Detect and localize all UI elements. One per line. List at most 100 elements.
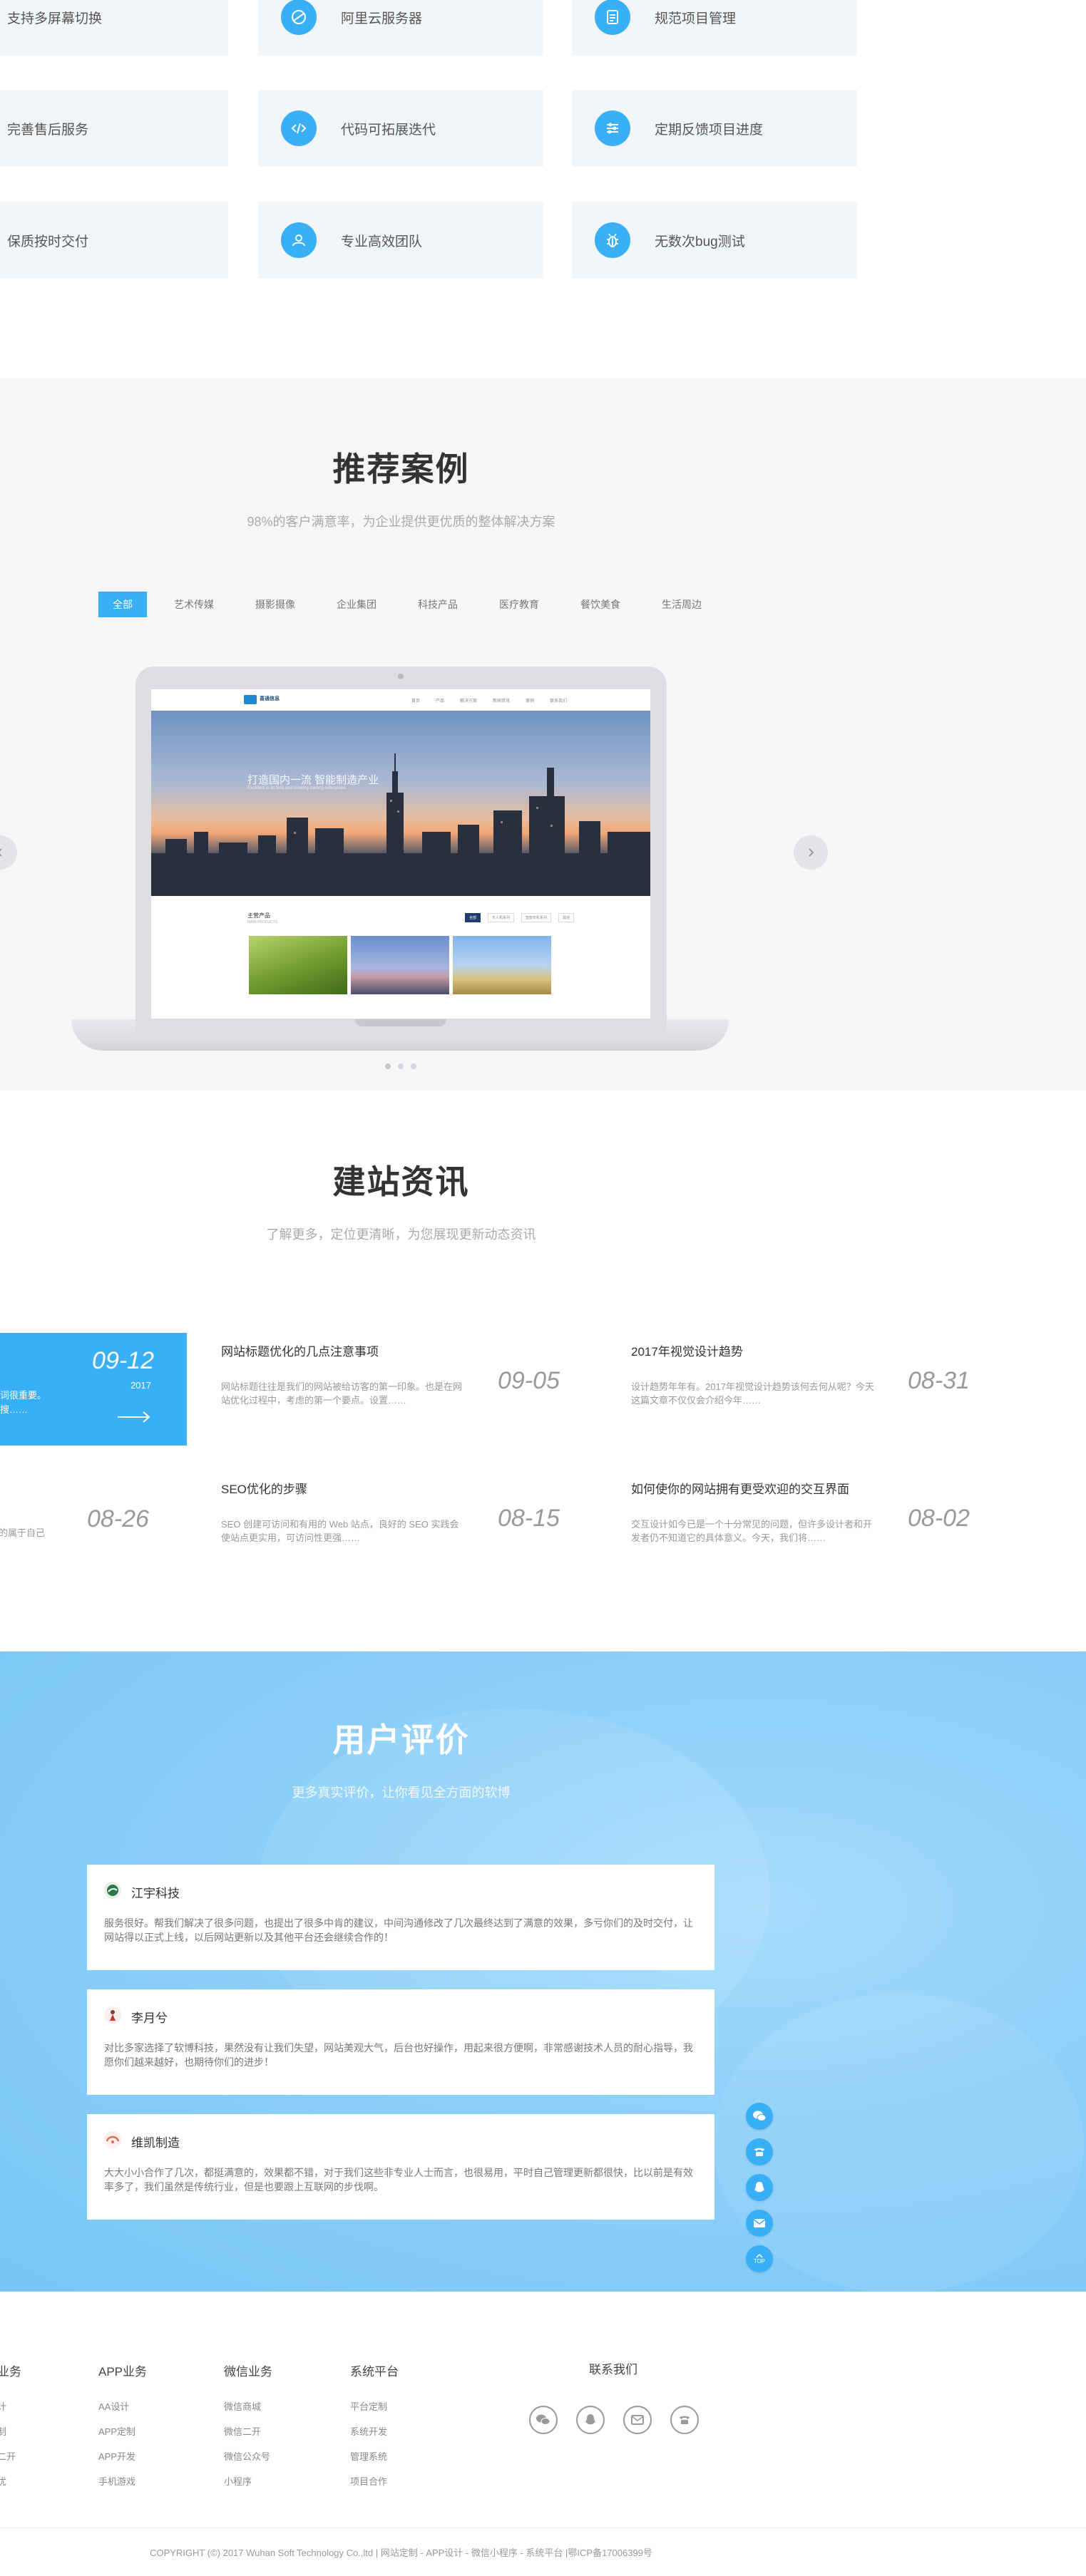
footer-link[interactable]: 项目合作 [350,2474,399,2488]
feature-label: 规范项目管理 [655,11,737,26]
news-item[interactable]: 如何使你的网站拥有更受欢迎的交互界面 交互设计如今已是一个十分常见的问题，但许多… [631,1479,973,1550]
footer-link[interactable]: 优 [0,2474,21,2488]
footer-column-title: 业务 [0,2365,21,2379]
footer-link[interactable]: 系统开发 [350,2424,399,2438]
mock-section-subtitle: MAIN PRODUCTS [247,920,277,924]
review-card: 李月兮 对比多家选择了软博科技，果然没有让我们失望，网站美观大气，后台也好操作，… [87,1989,714,2095]
footer: 业务 计 制 二开 优 APP业务 AA设计 APP定制 APP开发 手机游戏 … [0,2292,1086,2576]
carousel-dots [385,1063,424,1069]
tab-photography[interactable]: 摄影摄像 [241,592,309,617]
footer-link[interactable]: AA设计 [98,2399,147,2413]
laptop-notch [355,1019,446,1026]
contact-qq-button[interactable] [576,2406,605,2434]
featured-news-card[interactable]: 09-12 2017 词很重要。搜…… [0,1333,187,1446]
document-icon [595,0,630,35]
mock-section-tabs: 全部 无人机系列 智能农机系列 其他 [465,913,581,922]
mock-navbar: 喜通信息 首页 产品 解决方案 新闻资讯 案例 联系我们 [151,689,650,711]
contact-mail-button[interactable] [623,2406,652,2434]
cases-section: 推荐案例 98%的客户满意率，为企业提供更优质的整体解决方案 全部 艺术传媒 摄… [0,378,1086,1091]
footer-link[interactable]: 手机游戏 [98,2474,147,2488]
news-item-date: 08-02 [908,1505,970,1532]
tab-food[interactable]: 餐饮美食 [566,592,635,617]
mock-logo [244,695,257,704]
footer-link[interactable]: 平台定制 [350,2399,399,2413]
feature-card: 专业高效团队 [258,202,543,279]
feature-card: 代码可拓展迭代 [258,90,543,167]
feature-label: 完善售后服务 [7,122,89,138]
sidebar-qq-button[interactable] [746,2174,773,2201]
feature-card: 支持多屏幕切换 [0,0,228,56]
tab-lifestyle[interactable]: 生活周边 [647,592,716,617]
sidebar-mail-button[interactable] [746,2210,773,2237]
footer-link[interactable]: APP开发 [98,2449,147,2463]
footer-link[interactable]: 制 [0,2424,21,2438]
tab-tech-products[interactable]: 科技产品 [404,592,472,617]
mock-tab: 智能农机系列 [521,913,552,922]
contact-phone-button[interactable] [670,2406,699,2434]
carousel-dot[interactable] [411,1063,416,1069]
news-item-title: 如何使你的网站拥有更受欢迎的交互界面 [631,1483,849,1496]
news-item-date: 08-15 [498,1505,560,1532]
feature-card: 完善售后服务 [0,90,228,167]
news-item-desc: SEO 创建可访问和有用的 Web 站点，良好的 SEO 实践会使站点更实用，可… [221,1519,459,1543]
carousel-dot[interactable] [385,1063,391,1069]
tab-all[interactable]: 全部 [98,592,147,617]
feature-card: 规范项目管理 [572,0,857,56]
reviewer-name: 李月兮 [131,2011,168,2025]
featured-news-excerpt: 词很重要。搜…… [0,1390,47,1415]
bug-icon [595,222,630,258]
footer-link[interactable]: APP定制 [98,2424,147,2438]
news-item[interactable]: SEO优化的步骤 SEO 创建可访问和有用的 Web 站点，良好的 SEO 实践… [221,1479,563,1550]
news-item[interactable]: 网站标题优化的几点注意事项 网站标题往往是我们的网站被给访客的第一印象。也是在网… [221,1341,563,1413]
mock-section-title: 主营产品 [247,912,270,919]
footer-link[interactable]: 微信二开 [224,2424,272,2438]
contact-title: 联系我们 [589,2363,637,2376]
reviewer-name: 江宇科技 [131,1887,180,1900]
news-section: 建站资讯 了解更多，定位更清晰，为您展现更新动态资讯 09-12 2017 词很… [0,1091,1086,1652]
carousel-dot[interactable] [398,1063,404,1069]
footer-link[interactable]: 小程序 [224,2474,272,2488]
next-arrow-button[interactable] [794,835,828,870]
qq-icon [585,2414,595,2425]
news-item-desc: 网站标题往往是我们的网站被给访客的第一印象。也是在网站优化过程中，考虑的第一个要… [221,1381,463,1406]
footer-link[interactable]: 计 [0,2399,21,2413]
mock-hero-subtitle: Excellent in its field and creating lead… [247,786,347,790]
sidebar-phone-button[interactable] [746,2138,773,2165]
mock-product-image-grass [249,936,347,994]
mock-product-image-field [453,936,551,994]
contact-wechat-button[interactable] [529,2406,558,2434]
mail-icon [753,2219,766,2227]
featured-news-date: 09-12 [92,1347,154,1374]
chevron-left-icon [0,848,2,857]
case-preview-screen[interactable]: 喜通信息 首页 产品 解决方案 新闻资讯 案例 联系我们 打造国内一流 智能制造… [151,689,650,1019]
phone-icon [754,2148,764,2156]
feature-label: 专业高效团队 [341,234,423,249]
footer-link[interactable]: 微信商城 [224,2399,272,2413]
tab-medical-education[interactable]: 医疗教育 [485,592,553,617]
arrow-right-icon [118,1411,150,1423]
footer-link[interactable]: 管理系统 [350,2449,399,2463]
prev-arrow-button[interactable] [0,835,17,870]
cases-title: 推荐案例 [332,450,470,488]
sidebar-wechat-button[interactable] [746,2103,773,2130]
feature-label: 无数次bug测试 [655,234,745,249]
reviewer-name: 维凯制造 [131,2136,180,2150]
footer-link[interactable]: 微信公众号 [224,2449,272,2463]
feature-card: 无数次bug测试 [572,202,857,279]
footer-link[interactable]: 二开 [0,2449,21,2463]
team-icon [281,222,317,258]
review-card: 维凯制造 大大小小合作了几次，都挺满意的，效果都不错，对于我们这些非专业人士而言… [87,2114,714,2220]
laptop-camera [398,674,404,679]
news-item-date: 09-05 [498,1367,560,1394]
mock-nav-link: 首页 [411,699,421,704]
review-text: 对比多家选择了软博科技，果然没有让我们失望，网站美观大气，后台也好操作，用起来很… [104,2042,693,2068]
mock-product-image-bridge [351,936,449,994]
feature-label: 代码可拓展迭代 [341,122,436,138]
tab-enterprise[interactable]: 企业集团 [322,592,391,617]
news-item[interactable]: 2017年视觉设计趋势 设计趋势年年有。2017年视觉设计趋势该何去何从呢？今天… [631,1341,973,1413]
back-to-top-button[interactable]: TOP [746,2245,773,2272]
footer-column-title: APP业务 [98,2365,148,2379]
tab-art-media[interactable]: 艺术传媒 [160,592,228,617]
phone-icon [680,2416,690,2424]
cases-subtitle: 98%的客户满意率，为企业提供更优质的整体解决方案 [247,515,555,529]
